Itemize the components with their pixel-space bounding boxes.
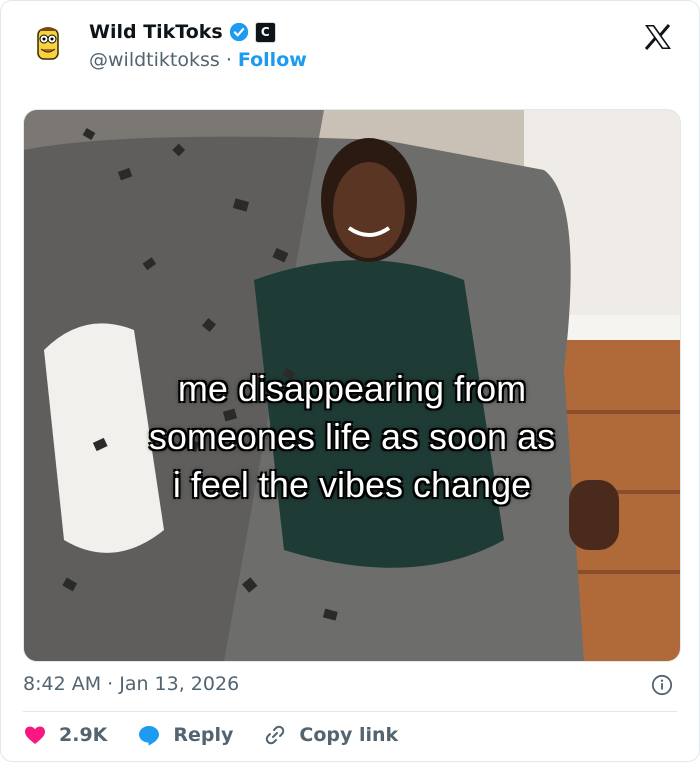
display-name[interactable]: Wild TikToks [89, 21, 223, 43]
action-bar: 2.9K Reply Copy link [23, 723, 428, 747]
reply-label: Reply [173, 724, 234, 746]
avatar[interactable] [25, 21, 71, 67]
like-button[interactable]: 2.9K [23, 723, 107, 747]
affiliation-badge: C [254, 21, 276, 43]
reply-button[interactable]: Reply [137, 723, 233, 747]
media-caption: me disappearing from someones life as so… [148, 368, 556, 505]
tweet-card: Wild TikToks C @wildtiktokss · Follow me… [0, 0, 700, 762]
link-icon [266, 725, 285, 745]
separator: · [225, 49, 232, 71]
reply-bubble-icon [139, 726, 160, 746]
verified-badge-icon [229, 22, 248, 42]
follow-button[interactable]: Follow [238, 49, 307, 71]
divider [23, 711, 677, 712]
info-icon[interactable] [651, 674, 673, 696]
tweet-media[interactable]: me disappearing from someones life as so… [23, 109, 681, 662]
like-count: 2.9K [59, 724, 108, 746]
copy-link-button[interactable]: Copy link [263, 723, 398, 747]
heart-icon [25, 726, 45, 744]
copy-link-label: Copy link [299, 724, 399, 746]
cartoon-character-icon [37, 27, 59, 60]
timestamp[interactable]: 8:42 AM · Jan 13, 2026 [23, 673, 239, 695]
x-logo-icon[interactable] [643, 23, 673, 51]
handle[interactable]: @wildtiktokss [89, 49, 220, 71]
